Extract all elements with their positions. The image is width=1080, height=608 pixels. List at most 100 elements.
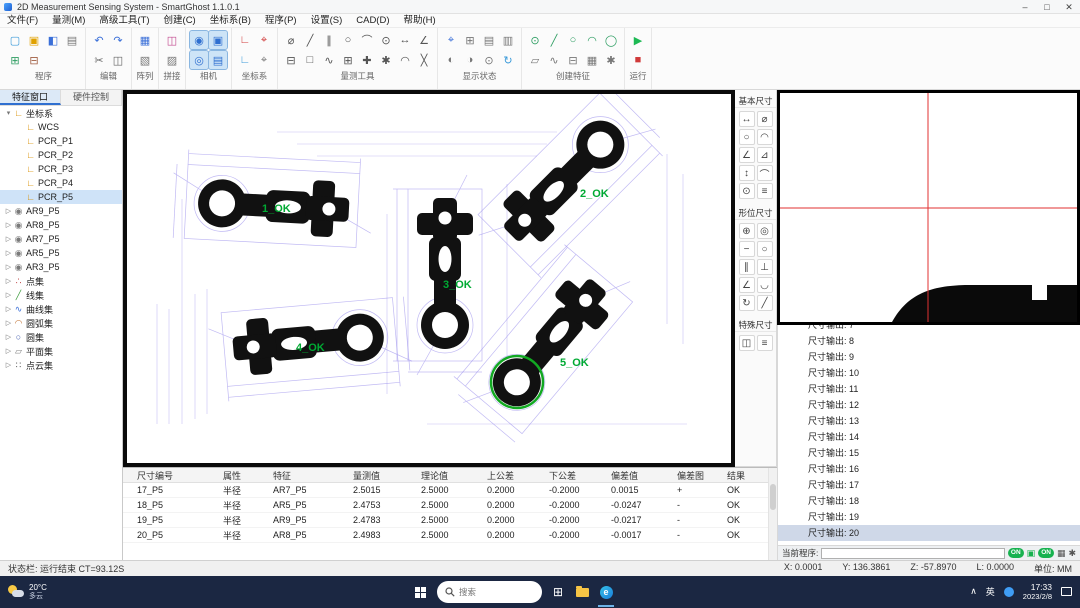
position-dim-icon[interactable]: ⊕ xyxy=(739,223,755,239)
circle-dim-icon[interactable]: ○ xyxy=(739,129,755,145)
menu-item[interactable]: CAD(D) xyxy=(349,14,396,28)
dimension-output-item[interactable]: 尺寸输出: 16 xyxy=(778,461,1080,477)
tree-item[interactable]: ∟ PCR_P5 xyxy=(0,190,122,204)
dimension-output-item[interactable]: 尺寸输出: 14 xyxy=(778,429,1080,445)
wrench-tool-icon[interactable]: ✚ xyxy=(358,51,376,69)
tree-expander-icon[interactable]: ▷ xyxy=(4,333,13,341)
menu-item[interactable]: 坐标系(B) xyxy=(203,14,258,28)
dim-list-icon[interactable]: ≡ xyxy=(757,335,773,351)
start-button[interactable] xyxy=(407,576,433,608)
tree-expander-icon[interactable]: ▷ xyxy=(4,347,13,355)
minimize-button[interactable]: – xyxy=(1014,0,1036,14)
coord-build-icon[interactable]: ∟ xyxy=(236,51,254,69)
profile-dim-icon[interactable]: ◡ xyxy=(757,277,773,293)
wcs-icon[interactable]: ∟ xyxy=(236,31,254,49)
compass-tool-icon[interactable]: ⌀ xyxy=(282,31,300,49)
stitch-icon[interactable]: ◫ xyxy=(163,31,181,49)
monitor-icon[interactable]: ▣ xyxy=(1027,548,1036,558)
caliper-tool-icon[interactable]: ⊟ xyxy=(282,51,300,69)
copy-icon[interactable]: ◫ xyxy=(109,51,127,69)
dimension-output-item[interactable]: 尺寸输出: 10 xyxy=(778,365,1080,381)
input-language-indicator[interactable]: 英 xyxy=(986,585,995,598)
new-program-icon[interactable]: ▢ xyxy=(6,31,24,49)
grid-display-icon[interactable]: ⊞ xyxy=(461,31,479,49)
cut-icon[interactable]: ✂ xyxy=(90,51,108,69)
create-curve-icon[interactable]: ∿ xyxy=(545,51,563,69)
camera-settings-icon[interactable]: ▤ xyxy=(209,51,227,69)
rect-tool-icon[interactable]: □ xyxy=(301,51,319,69)
tree-item[interactable]: ∟ PCR_P3 xyxy=(0,162,122,176)
array-icon[interactable]: ▦ xyxy=(136,31,154,49)
menu-item[interactable]: 程序(P) xyxy=(258,14,304,28)
create-line-icon[interactable]: ╱ xyxy=(545,31,563,49)
create-plane-icon[interactable]: ▱ xyxy=(526,51,544,69)
angularity-dim-icon[interactable]: ∠ xyxy=(739,277,755,293)
tree-expander-icon[interactable]: ▷ xyxy=(4,277,13,285)
tree-item[interactable]: ▷ ∷ 点云集 xyxy=(0,358,122,372)
tree-item[interactable]: ∟ WCS xyxy=(0,120,122,134)
camera-live-icon[interactable]: ◉ xyxy=(190,31,208,49)
runout-dim-icon[interactable]: ↻ xyxy=(739,295,755,311)
cad-viewport[interactable]: 1_OK 2_OK 3_OK 4_OK 5_OK xyxy=(123,90,735,467)
task-view-icon[interactable]: ⊞ xyxy=(546,576,570,608)
toggle-on-1[interactable]: ON xyxy=(1008,548,1024,558)
tray-app-icon[interactable] xyxy=(1004,587,1014,597)
stack-dim-icon[interactable]: ≡ xyxy=(757,183,773,199)
menu-item[interactable]: 创建(C) xyxy=(157,14,203,28)
dimension-output-item[interactable]: 尺寸输出: 11 xyxy=(778,381,1080,397)
table-row[interactable]: 17_P5半径AR7_P52.50152.50000.2000-0.20000.… xyxy=(123,483,777,498)
toggle-on-2[interactable]: ON xyxy=(1038,548,1054,558)
redo-icon[interactable]: ↷ xyxy=(109,31,127,49)
tree-expander-icon[interactable]: ▷ xyxy=(4,305,13,313)
tree-expander-icon[interactable]: ▷ xyxy=(4,249,13,257)
point-tool-icon[interactable]: ⊙ xyxy=(377,31,395,49)
clock[interactable]: 17:33 2023/2/8 xyxy=(1023,583,1052,601)
tree-item[interactable]: ▷ ∿ 曲线集 xyxy=(0,302,122,316)
tree-item[interactable]: ▷ ◉ AR8_P5 xyxy=(0,218,122,232)
tree-item[interactable]: ▷ ∴ 点集 xyxy=(0,274,122,288)
dimension-output-item[interactable]: 尺寸输出: 20 xyxy=(778,525,1080,541)
special-dim-icon[interactable]: ◫ xyxy=(739,335,755,351)
camera-view[interactable] xyxy=(777,90,1080,325)
brightness-icon[interactable]: ◐ xyxy=(442,51,460,69)
tray-chevron-icon[interactable]: ∧ xyxy=(970,586,977,597)
menu-item[interactable]: 量测(M) xyxy=(45,14,92,28)
open-program-icon[interactable]: ▣ xyxy=(25,31,43,49)
search-input[interactable] xyxy=(459,587,529,597)
tab-hardware-control[interactable]: 硬件控制 xyxy=(61,90,122,105)
distance-tool-icon[interactable]: ↔ xyxy=(396,31,414,49)
menu-item[interactable]: 文件(F) xyxy=(0,14,45,28)
dimension-output-item[interactable]: 尺寸输出: 7 xyxy=(778,325,1080,333)
line-tool-icon[interactable]: ╱ xyxy=(301,31,319,49)
tree-item[interactable]: ▷ ▱ 平面集 xyxy=(0,344,122,358)
tree-item[interactable]: ∟ PCR_P2 xyxy=(0,148,122,162)
current-program-input[interactable] xyxy=(821,548,1005,559)
dimension-output-item[interactable]: 尺寸输出: 15 xyxy=(778,445,1080,461)
close-button[interactable]: ✕ xyxy=(1058,0,1080,14)
tree-item[interactable]: ▷ ◠ 圆弧集 xyxy=(0,316,122,330)
tree-expander-icon[interactable]: ▷ xyxy=(4,319,13,327)
straightness-dim-icon[interactable]: − xyxy=(739,241,755,257)
cross-tool-icon[interactable]: ╳ xyxy=(415,51,433,69)
dimension-output-item[interactable]: 尺寸输出: 13 xyxy=(778,413,1080,429)
export-program-icon[interactable]: ⊟ xyxy=(25,51,43,69)
fit-view-icon[interactable]: ⊙ xyxy=(480,51,498,69)
h-distance-dim-icon[interactable]: ↔ xyxy=(739,111,755,127)
refresh-view-icon[interactable]: ↻ xyxy=(499,51,517,69)
tree-item[interactable]: ▷ ◉ AR5_P5 xyxy=(0,246,122,260)
arc-tool-icon[interactable]: ⌒ xyxy=(358,31,376,49)
gear-tool-icon[interactable]: ✱ xyxy=(377,51,395,69)
tree-item[interactable]: ▾ ∟ 坐标系 xyxy=(0,106,122,120)
tree-expander-icon[interactable]: ▷ xyxy=(4,263,13,271)
tree-item[interactable]: ▷ ╱ 线集 xyxy=(0,288,122,302)
table-scrollbar[interactable] xyxy=(768,468,777,561)
create-circle-icon[interactable]: ○ xyxy=(564,31,582,49)
menu-item[interactable]: 帮助(H) xyxy=(397,14,443,28)
contrast-icon[interactable]: ◑ xyxy=(461,51,479,69)
dimension-output-item[interactable]: 尺寸输出: 8 xyxy=(778,333,1080,349)
layer-display-icon[interactable]: ▥ xyxy=(499,31,517,49)
diameter-dim-icon[interactable]: ⌀ xyxy=(757,111,773,127)
stitch-settings-icon[interactable]: ▨ xyxy=(163,51,181,69)
dimension-output-list[interactable]: 尺寸输出: 7 尺寸输出: 8 尺寸输出: 9 尺寸输出: 10 尺寸输出: 1… xyxy=(777,325,1080,545)
tree-item[interactable]: ▷ ◉ AR7_P5 xyxy=(0,232,122,246)
